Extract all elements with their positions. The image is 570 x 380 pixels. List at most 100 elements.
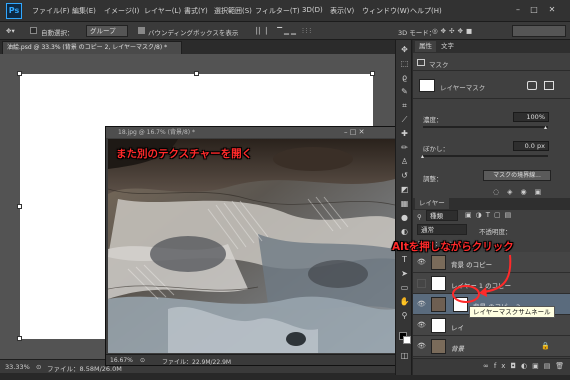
healing-tool-icon[interactable]: ✚: [399, 128, 410, 139]
tab-properties[interactable]: 属性: [415, 41, 436, 52]
layer-action-icons[interactable]: ∞fx◘◐▣▤🗑: [483, 362, 569, 370]
blur-tool-icon[interactable]: ●: [399, 212, 410, 223]
photoshop-logo: Ps: [6, 3, 22, 19]
texture-window[interactable]: 18.jpg @ 16.7% (背景/8) * – □ ✕ 16.67% ⊙ フ…: [105, 126, 398, 366]
feather-field[interactable]: 0.0 px: [513, 141, 549, 151]
visibility-eye-icon[interactable]: 👁: [417, 300, 426, 309]
density-label: 濃度：: [423, 116, 443, 124]
brush-tool-icon[interactable]: ✏: [399, 142, 410, 153]
menu-image[interactable]: イメージ(I): [104, 6, 139, 16]
mask-label: マスク: [429, 61, 449, 69]
group-dropdown[interactable]: グループ: [86, 25, 128, 37]
layer-mask-thumbnail[interactable]: [453, 297, 468, 312]
zoom-level[interactable]: 33.33%: [5, 363, 30, 371]
transform-handle[interactable]: [17, 71, 22, 76]
transform-handle[interactable]: [17, 204, 22, 209]
visibility-eye-icon[interactable]: 👁: [417, 321, 426, 330]
transform-handle[interactable]: [194, 71, 199, 76]
quick-mask-icon[interactable]: ◫: [399, 350, 410, 361]
history-brush-tool-icon[interactable]: ↺: [399, 170, 410, 181]
layer-filter-icons[interactable]: ▣◑T▢▤: [465, 211, 515, 219]
layer-row[interactable]: 👁 背景 のコピー: [413, 252, 570, 273]
menu-view[interactable]: 表示(V): [330, 6, 354, 16]
transform-handle[interactable]: [17, 336, 22, 341]
lasso-tool-icon[interactable]: ϱ: [399, 72, 410, 83]
visibility-eye-icon[interactable]: 👁: [417, 342, 426, 351]
eyedropper-tool-icon[interactable]: ⟋: [399, 114, 410, 125]
menu-type[interactable]: 書式(Y): [184, 6, 208, 16]
texture-zoom-level[interactable]: 16.67%: [110, 357, 133, 364]
move-tool-icon[interactable]: ✥▾: [6, 27, 15, 35]
texture-window-buttons[interactable]: – □ ✕: [344, 128, 364, 136]
menu-file[interactable]: ファイル(F): [32, 6, 70, 16]
layer-thumbnail[interactable]: [431, 318, 446, 333]
layer-thumbnail[interactable]: [431, 297, 446, 312]
menu-select[interactable]: 選択範囲(S): [214, 6, 252, 16]
layer-name[interactable]: レイ: [451, 322, 464, 332]
transform-handle[interactable]: [370, 71, 375, 76]
layer-filter-dropdown[interactable]: 種類: [426, 210, 458, 221]
vector-mask-icon[interactable]: [544, 81, 554, 90]
type-tool-icon[interactable]: T: [399, 254, 410, 265]
pixel-mask-icon[interactable]: [527, 81, 537, 90]
info-icon[interactable]: ⊙: [36, 363, 41, 371]
close-icon[interactable]: ✕: [546, 5, 558, 15]
3d-mode-icons[interactable]: ◎✥✣✥■: [432, 27, 475, 35]
filter-search-icon[interactable]: ⚲: [417, 213, 422, 221]
layer-row[interactable]: 👁 レイ: [413, 315, 570, 336]
tab-character[interactable]: 文字: [437, 41, 458, 52]
density-field[interactable]: 100%: [513, 112, 549, 122]
align-icons[interactable]: ▕▏▏ ▔▁▁ ⫶⫶⫶: [252, 27, 313, 36]
layer-name[interactable]: 背景 のコピー: [451, 259, 492, 269]
move-tool-icon[interactable]: ✥: [399, 44, 410, 55]
menu-help[interactable]: ヘルプ(H): [410, 6, 442, 16]
menu-window[interactable]: ウィンドウ(W): [362, 6, 409, 16]
shape-tool-icon[interactable]: ▭: [399, 282, 410, 293]
visibility-eye-icon[interactable]: 👁: [417, 258, 426, 267]
workspace-dropdown[interactable]: [512, 25, 566, 37]
zoom-tool-icon[interactable]: ⚲: [399, 310, 410, 321]
bbox-checkbox[interactable]: [138, 27, 145, 34]
dodge-tool-icon[interactable]: ◐: [399, 226, 410, 237]
tooltip: レイヤーマスクサムネール: [469, 306, 555, 318]
menu-edit[interactable]: 編集(E): [72, 6, 96, 16]
mask-icon: [417, 59, 425, 66]
hand-tool-icon[interactable]: ✋: [399, 296, 410, 307]
quick-select-tool-icon[interactable]: ✎: [399, 86, 410, 97]
mask-action-icons[interactable]: ◌◈◉▣: [493, 188, 549, 196]
auto-select-checkbox[interactable]: [30, 27, 37, 34]
layer-mask-thumbnail[interactable]: [419, 79, 435, 92]
right-panels: 属性 文字 マスク レイヤーマスク 濃度： 100% ▴ ぼかし： 0.0 px…: [413, 40, 570, 375]
feather-slider-thumb[interactable]: ▴: [421, 153, 424, 160]
crop-tool-icon[interactable]: ⌗: [399, 100, 410, 111]
feather-label: ぼかし：: [423, 145, 449, 153]
maximize-icon[interactable]: □: [528, 5, 540, 15]
stamp-tool-icon[interactable]: ♙: [399, 156, 410, 167]
tab-layers[interactable]: レイヤー: [415, 198, 449, 209]
eraser-tool-icon[interactable]: ◩: [399, 184, 410, 195]
gradient-tool-icon[interactable]: ▦: [399, 198, 410, 209]
menu-layer[interactable]: レイヤー(L): [144, 6, 181, 16]
minimize-icon[interactable]: –: [512, 5, 524, 15]
layer-mask-label: レイヤーマスク: [440, 84, 486, 92]
visibility-eye-icon[interactable]: [417, 279, 426, 288]
layer-row[interactable]: レイヤー 1 のコピー: [413, 273, 570, 294]
background-color-swatch[interactable]: [403, 336, 411, 344]
menu-3d[interactable]: 3D(D): [302, 6, 323, 14]
layer-thumbnail[interactable]: [431, 276, 446, 291]
layer-row[interactable]: 👁 背景 🔒: [413, 336, 570, 357]
layer-name[interactable]: レイヤー 1 のコピー: [451, 280, 511, 290]
feather-slider[interactable]: [423, 155, 548, 157]
info-icon[interactable]: ⊙: [140, 357, 145, 364]
density-slider[interactable]: [423, 126, 548, 128]
path-select-tool-icon[interactable]: ➤: [399, 268, 410, 279]
density-slider-thumb[interactable]: ▴: [544, 124, 547, 131]
mask-edge-button[interactable]: マスクの境界線...: [483, 170, 551, 181]
blend-mode-dropdown[interactable]: 通常: [417, 224, 467, 235]
layer-name[interactable]: 背景: [451, 343, 464, 353]
layer-thumbnail[interactable]: [431, 255, 446, 270]
marquee-tool-icon[interactable]: ⬚: [399, 58, 410, 69]
layer-thumbnail[interactable]: [431, 339, 446, 354]
doc-tab[interactable]: 油絵.psd @ 33.3% (背景 のコピー 2, レイヤーマスク/8) *: [2, 41, 182, 54]
menu-filter[interactable]: フィルター(T): [255, 6, 300, 16]
